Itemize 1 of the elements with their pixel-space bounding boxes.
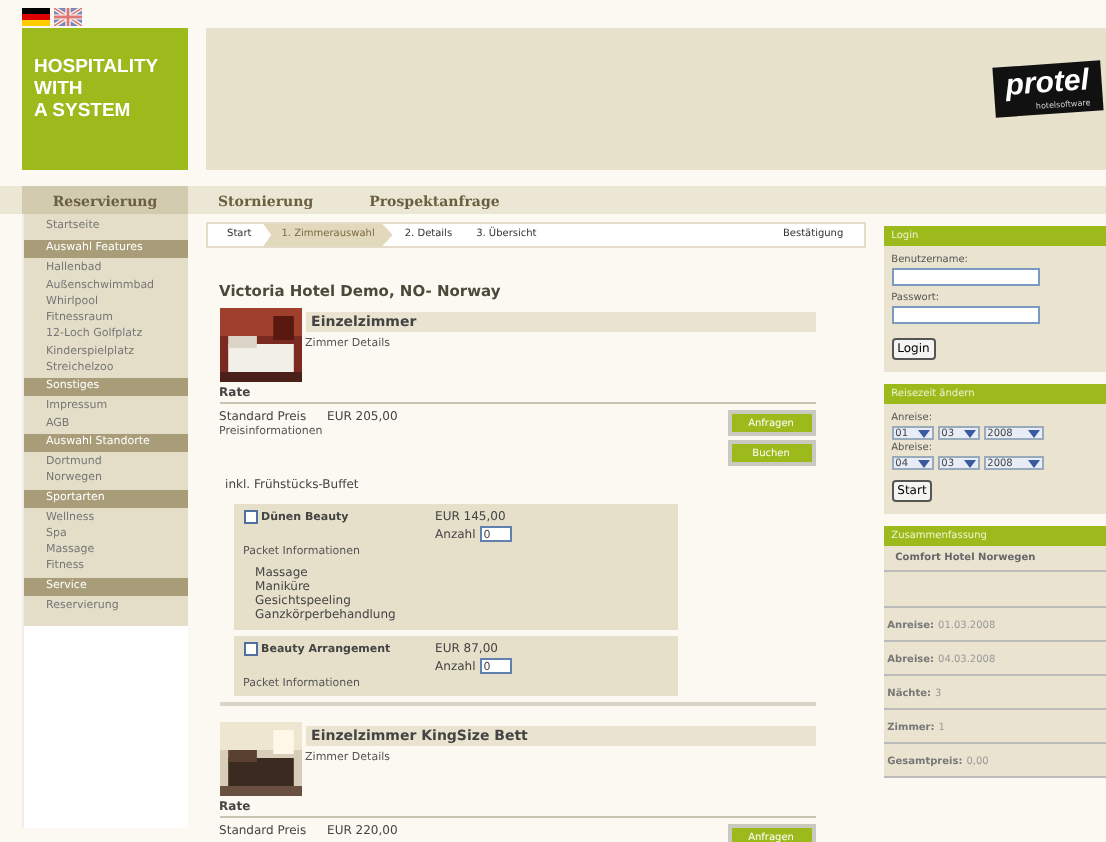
logo-panel: HOSPITALITY WITH A SYSTEM: [22, 28, 188, 170]
